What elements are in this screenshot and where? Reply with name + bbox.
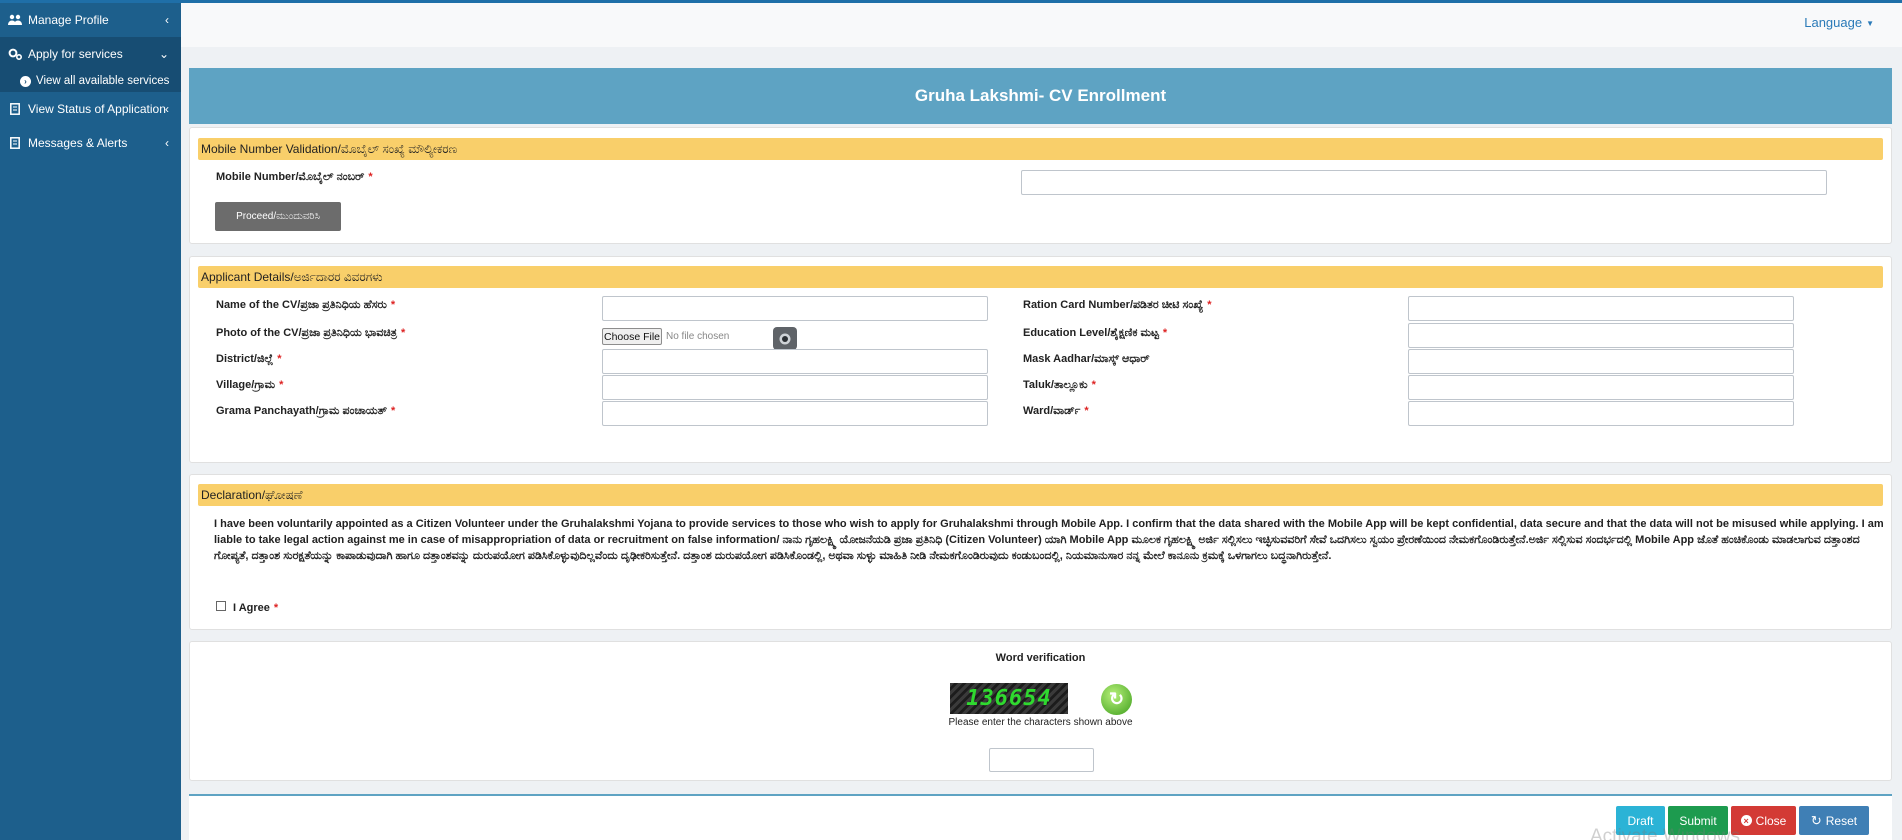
captcha-hint: Please enter the characters shown above [948,717,1133,728]
education-label: Education Level/ಶೈಕ್ಷಣಿಕ ಮಟ್ಟ * [1023,327,1167,340]
cogs-icon [8,48,22,60]
grama-panchayath-label: Grama Panchayath/ಗ್ರಾಮ ಪಂಚಾಯತ್ * [216,405,395,418]
sidebar-subitem-label: View all available services [36,75,170,87]
required-marker: * [390,299,396,311]
cv-name-input[interactable] [602,296,988,321]
sidebar-item-apply-services[interactable]: Apply for services ⌄ [0,37,181,70]
chevron-left-icon: ‹ [165,13,169,27]
ration-card-label-text: Ration Card Number/ಪಡಿತರ ಚೀಟಿ ಸಂಖ್ಯೆ [1023,299,1204,311]
district-label-text: District/ಜಿಲ್ಲೆ [216,353,274,365]
sidebar-item-label: Manage Profile [28,13,109,27]
required-marker: * [279,379,284,391]
mobile-number-input[interactable] [1021,170,1827,195]
doc-icon [8,103,22,115]
district-input[interactable] [602,349,988,374]
sidebar-item-view-status[interactable]: View Status of Application ‹ [0,92,181,126]
village-input[interactable] [602,375,988,400]
camera-icon[interactable] [773,327,797,350]
main-content: Language ▼ Gruha Lakshmi- CV Enrollment M… [181,3,1902,840]
required-marker: * [277,353,282,365]
chevron-circle-right-icon: › [20,75,31,87]
page-title: Gruha Lakshmi- CV Enrollment [189,68,1892,124]
sidebar-item-manage-profile[interactable]: Manage Profile ‹ [0,3,181,37]
required-marker: * [273,602,279,614]
village-label: Village/ಗ್ರಾಮ * [216,379,283,392]
taluk-label-text: Taluk/ತಾಲ್ಲೂಕು [1023,379,1088,391]
language-label: Language [1804,15,1863,30]
close-circle-icon: × [1740,815,1752,826]
captcha-image: 136654 [950,683,1068,714]
reset-button-label: Reset [1825,813,1858,828]
reset-button[interactable]: ↻ Reset [1799,806,1869,835]
taluk-label: Taluk/ತಾಲ್ಲೂಕು * [1023,379,1096,392]
language-dropdown[interactable]: Language ▼ [1804,15,1874,30]
activate-windows-watermark: Activate Windows [1590,826,1740,840]
sidebar-item-label: View Status of Application [28,102,166,116]
required-marker: * [400,327,406,339]
i-agree-label-text: I Agree [233,602,270,614]
mask-aadhar-label: Mask Aadhar/ಮಾಸ್ಕ್ ಆಧಾರ್ [1023,353,1150,366]
cv-photo-label-text: Photo of the CV/ಪ್ರಜಾ ಪ್ರತಿನಿಧಿಯ ಭಾವಚಿತ್… [216,327,397,339]
sidebar: Manage Profile ‹ Apply for services ⌄ › … [0,3,181,840]
required-marker: * [1162,327,1168,339]
ration-card-label: Ration Card Number/ಪಡಿತರ ಚೀಟಿ ಸಂಖ್ಯೆ * [1023,299,1211,312]
refresh-captcha-icon[interactable]: ↻ [1101,684,1132,715]
education-input[interactable] [1408,323,1794,348]
grama-panchayath-label-text: Grama Panchayath/ಗ್ರಾಮ ಪಂಚಾಯತ್ [216,405,388,417]
cv-name-label-text: Name of the CV/ಪ್ರಜಾ ಪ್ರತಿನಿಧಿಯ ಹೆಸರು [216,299,387,311]
doc-icon [8,137,22,149]
mobile-label: Mobile Number/ಮೊಬೈಲ್ ನಂಬರ್ * [216,171,373,184]
declaration-text: I have been voluntarily appointed as a C… [214,518,1884,562]
refresh-icon: ↻ [1810,812,1822,828]
close-button-label: Close [1755,813,1787,828]
i-agree-label: I Agree * [233,602,278,614]
chevron-left-icon: ‹ [165,136,169,150]
sidebar-item-label: Messages & Alerts [28,136,128,150]
grama-panchayath-input[interactable] [602,401,988,426]
choose-file-button[interactable]: Choose File [602,328,662,345]
i-agree-checkbox[interactable] [216,601,226,611]
ward-label: Ward/ವಾರ್ಡ್ * [1023,405,1089,418]
mask-aadhar-label-text: Mask Aadhar/ಮಾಸ್ಕ್ ಆಧಾರ್ [1023,353,1150,365]
declaration-card: Declaration/ಘೋಷಣೆ I have been voluntaril… [189,474,1892,630]
required-marker: * [1207,299,1212,311]
caret-down-icon: ▼ [1866,19,1874,29]
word-verification-title: Word verification [995,652,1086,664]
district-label: District/ಜಿಲ್ಲೆ * [216,353,282,366]
top-bar: Language ▼ [181,3,1902,47]
mobile-validation-card: Mobile Number Validation/ಮೊಬೈಲ್ ಸಂಖ್ಯೆ ಮ… [189,127,1892,244]
proceed-button[interactable]: Proceed/ಮುಂದುವರಿಸಿ [215,202,341,231]
close-button[interactable]: × Close [1731,806,1796,835]
cv-name-label: Name of the CV/ಪ್ರಜಾ ಪ್ರತಿನಿಧಿಯ ಹೆಸರು * [216,299,395,312]
cv-photo-label: Photo of the CV/ಪ್ರಜಾ ಪ್ರತಿನಿಧಿಯ ಭಾವಚಿತ್… [216,327,405,340]
mobile-label-text: Mobile Number/ಮೊಬೈಲ್ ನಂಬರ್ [216,171,365,183]
taluk-input[interactable] [1408,375,1794,400]
required-marker: * [391,405,396,417]
chevron-left-icon: ‹ [165,102,169,116]
chevron-down-icon: ⌄ [158,46,169,61]
ration-card-input[interactable] [1408,296,1794,321]
required-marker: * [1091,379,1096,391]
sidebar-item-label: Apply for services [28,46,123,61]
ward-label-text: Ward/ವಾರ್ಡ್ [1023,405,1081,417]
village-label-text: Village/ಗ್ರಾಮ [216,379,276,391]
section-heading-mobile: Mobile Number Validation/ಮೊಬೈಲ್ ಸಂಖ್ಯೆ ಮ… [198,138,1883,160]
applicant-details-card: Applicant Details/ಅರ್ಜಿದಾರರ ವಿವರಗಳು Name… [189,256,1892,463]
section-heading-declaration: Declaration/ಘೋಷಣೆ [198,484,1883,506]
section-heading-applicant: Applicant Details/ಅರ್ಜಿದಾರರ ವಿವರಗಳು [198,266,1883,288]
ward-input[interactable] [1408,401,1794,426]
sidebar-subitem-view-all-services[interactable]: › View all available services [0,70,181,92]
education-label-text: Education Level/ಶೈಕ್ಷಣಿಕ ಮಟ್ಟ [1023,327,1159,339]
required-marker: * [368,171,373,183]
mask-aadhar-input[interactable] [1408,349,1794,374]
captcha-input[interactable] [989,748,1094,772]
required-marker: * [1084,405,1089,417]
word-verification-card: Word verification 136654 ↻ Please enter … [189,641,1892,781]
users-icon [8,14,22,26]
sidebar-item-messages-alerts[interactable]: Messages & Alerts ‹ [0,126,181,160]
no-file-chosen-text: No file chosen [666,331,730,342]
